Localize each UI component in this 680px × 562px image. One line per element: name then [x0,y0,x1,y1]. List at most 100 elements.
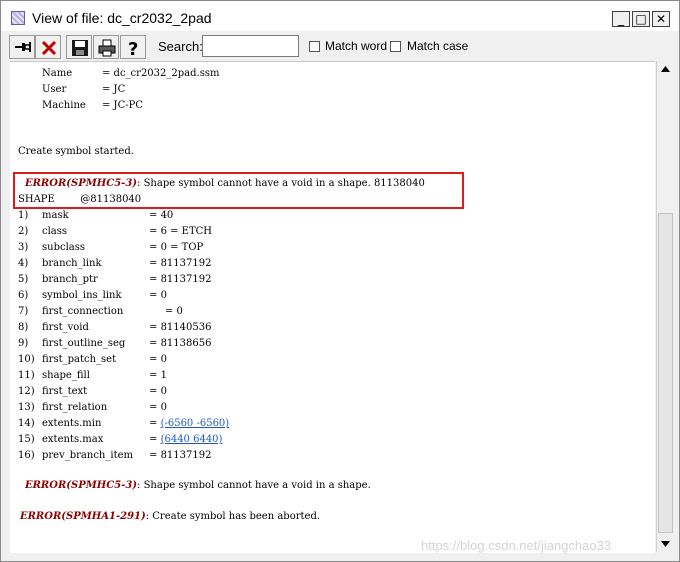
field-number: 5) [18,274,29,285]
field-name: extents.max [42,434,104,445]
field-name: mask [42,210,69,221]
field-name: first_text [42,386,88,397]
field-value: 40 [160,210,174,221]
field-separator: = [149,354,161,365]
log-started: Create symbol started. [18,146,134,157]
field-row: 15) extents.max = (6440 6440) [18,434,222,446]
field-number: 14) [18,418,35,429]
error-message: : Create symbol has been aborted. [145,511,321,522]
field-value-link[interactable]: (-6560 -6560) [161,418,230,429]
print-icon [98,39,116,57]
field-assign: = 40 [149,210,173,222]
field-value: 81138656 [160,338,212,349]
field-separator: = [149,450,161,461]
scroll-thumb[interactable] [658,213,673,533]
field-separator: = [149,242,161,253]
field-row: 2) class = 6 = ETCH [18,226,212,238]
field-name: symbol_ins_link [42,290,122,301]
field-number: 16) [18,450,35,461]
field-assign: = 1 [149,370,167,382]
field-assign: = (-6560 -6560) [149,418,229,430]
pin-button[interactable] [9,35,35,59]
scroll-down-button[interactable] [657,535,674,552]
save-icon [72,40,88,56]
field-separator: = [149,370,161,381]
match-word-checkbox[interactable] [309,41,320,52]
save-button[interactable] [66,35,92,59]
pin-icon [15,42,31,52]
field-number: 3) [18,242,29,253]
header-row: User = JC [42,84,125,96]
match-word-label: Match word [325,39,388,53]
vertical-scrollbar[interactable] [656,61,674,552]
log-text-area[interactable]: Name = dc_cr2032_2pad.ssm User = JC Machin… [10,61,655,553]
header-key: Machine [42,100,86,111]
scroll-up-button[interactable] [657,61,674,78]
field-value-link[interactable]: (6440 6440) [161,434,223,445]
svg-text:?: ? [128,39,138,57]
field-value: 0 [176,306,183,317]
field-number: 10) [18,354,35,365]
field-separator: = [149,258,161,269]
error-line-2: ERROR(SPMHC5-3): Shape symbol cannot hav… [25,480,371,492]
field-assign: = 0 = TOP [149,242,203,254]
field-row: 16) prev_branch_item = 81137192 [18,450,211,462]
field-separator: = [149,290,161,301]
field-name: first_void [42,322,89,333]
field-separator: = [149,434,161,445]
field-name: subclass [42,242,85,253]
field-number: 11) [18,370,35,381]
error-code: ERROR(SPMHA1-291) [20,511,146,522]
field-assign: = 0 [149,290,167,302]
header-value: = JC [102,84,126,95]
minimize-button[interactable]: _ [612,11,630,27]
help-button[interactable]: ? [120,35,146,59]
delete-button[interactable] [35,35,61,59]
field-assign: = 6 = ETCH [149,226,212,238]
window-title: View of file: dc_cr2032_2pad [32,10,212,26]
field-number: 8) [18,322,29,333]
field-name: first_outline_seg [42,338,126,349]
search-input[interactable] [202,35,299,57]
field-assign: = 81137192 [149,274,211,286]
print-button[interactable] [93,35,119,59]
close-button[interactable]: ✕ [652,11,670,27]
header-key: Name [42,68,73,79]
field-row: 13) first_relation = 0 [18,402,167,414]
field-row: 1) mask = 40 [18,210,173,222]
field-name: branch_ptr [42,274,98,285]
header-value: = JC-PC [102,100,143,111]
field-assign: = 81137192 [149,258,211,270]
error-message: : Shape symbol cannot have a void in a s… [137,480,371,491]
field-name: class [42,226,68,237]
field-value: 81137192 [160,450,212,461]
highlight-box [13,172,464,209]
field-separator: = [149,418,161,429]
field-name: first_relation [42,402,108,413]
field-name: first_connection [42,306,124,317]
arrow-down-icon [661,541,670,547]
field-separator: = [149,338,161,349]
field-value: 0 [160,290,167,301]
field-row: 5) branch_ptr = 81137192 [18,274,211,286]
field-number: 6) [18,290,29,301]
field-assign: = 0 [149,354,167,366]
field-separator: = [149,386,161,397]
field-number: 2) [18,226,29,237]
maximize-button[interactable]: □ [632,11,650,27]
field-name: first_patch_set [42,354,117,365]
field-value: 1 [160,370,167,381]
field-number: 4) [18,258,29,269]
field-name: prev_branch_item [42,450,133,461]
field-value: 81140536 [160,322,212,333]
header-value: = dc_cr2032_2pad.ssm [102,68,220,79]
field-separator: = [149,402,161,413]
match-case-checkbox[interactable] [390,41,401,52]
header-row: Name = dc_cr2032_2pad.ssm [42,68,219,80]
field-row: 11) shape_fill = 1 [18,370,167,382]
title-bar[interactable]: View of file: dc_cr2032_2pad _ □ ✕ [1,1,679,31]
field-assign: = 0 [149,386,167,398]
field-name: branch_link [42,258,102,269]
field-value: 6 = ETCH [160,226,213,237]
field-name: shape_fill [42,370,90,381]
